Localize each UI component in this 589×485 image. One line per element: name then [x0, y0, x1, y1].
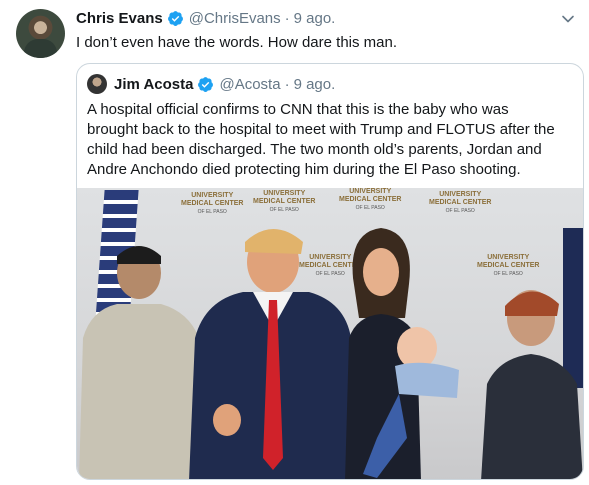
quoted-tweet-text: A hospital official confirms to CNN that…: [87, 100, 577, 180]
tweet-text: I don’t even have the words. How dare th…: [76, 34, 398, 51]
quoted-tweet-photo[interactable]: UNIVERSITY MEDICAL CENTER OF EL PASO UNIVE…: [77, 188, 583, 479]
verified-badge-icon: [198, 76, 214, 92]
chevron-down-icon[interactable]: [561, 12, 575, 26]
separator-dot: ·: [284, 75, 290, 93]
quoted-text-line: Andre Anchondo died protecting him durin…: [87, 161, 521, 178]
quoted-tweet-header: Jim Acosta @Acosta · 9 ago.: [87, 74, 335, 94]
author-avatar[interactable]: [16, 9, 65, 58]
quoted-author-name[interactable]: Jim Acosta: [114, 76, 193, 93]
quoted-text-line: child had been discharged. The two month…: [87, 141, 542, 158]
quoted-author-handle[interactable]: @Acosta: [219, 76, 280, 93]
quoted-tweet[interactable]: Jim Acosta @Acosta · 9 ago. A hospital o…: [76, 63, 584, 480]
quoted-tweet-timestamp[interactable]: 9 ago.: [294, 76, 336, 93]
quoted-author-avatar: [87, 74, 107, 94]
author-handle[interactable]: @ChrisEvans: [189, 10, 281, 27]
tweet-header: Chris Evans @ChrisEvans · 9 ago.: [76, 10, 335, 27]
people-illustration: [79, 228, 583, 479]
verified-badge-icon: [167, 11, 183, 26]
quoted-text-line: brought back to the hospital to meet wit…: [87, 121, 555, 138]
tweet-timestamp[interactable]: 9 ago.: [294, 10, 336, 27]
quoted-text-line: A hospital official confirms to CNN that…: [87, 101, 509, 118]
author-name[interactable]: Chris Evans: [76, 10, 163, 27]
separator-dot: ·: [284, 10, 290, 27]
tweet[interactable]: Chris Evans @ChrisEvans · 9 ago. I don’t…: [0, 0, 589, 485]
